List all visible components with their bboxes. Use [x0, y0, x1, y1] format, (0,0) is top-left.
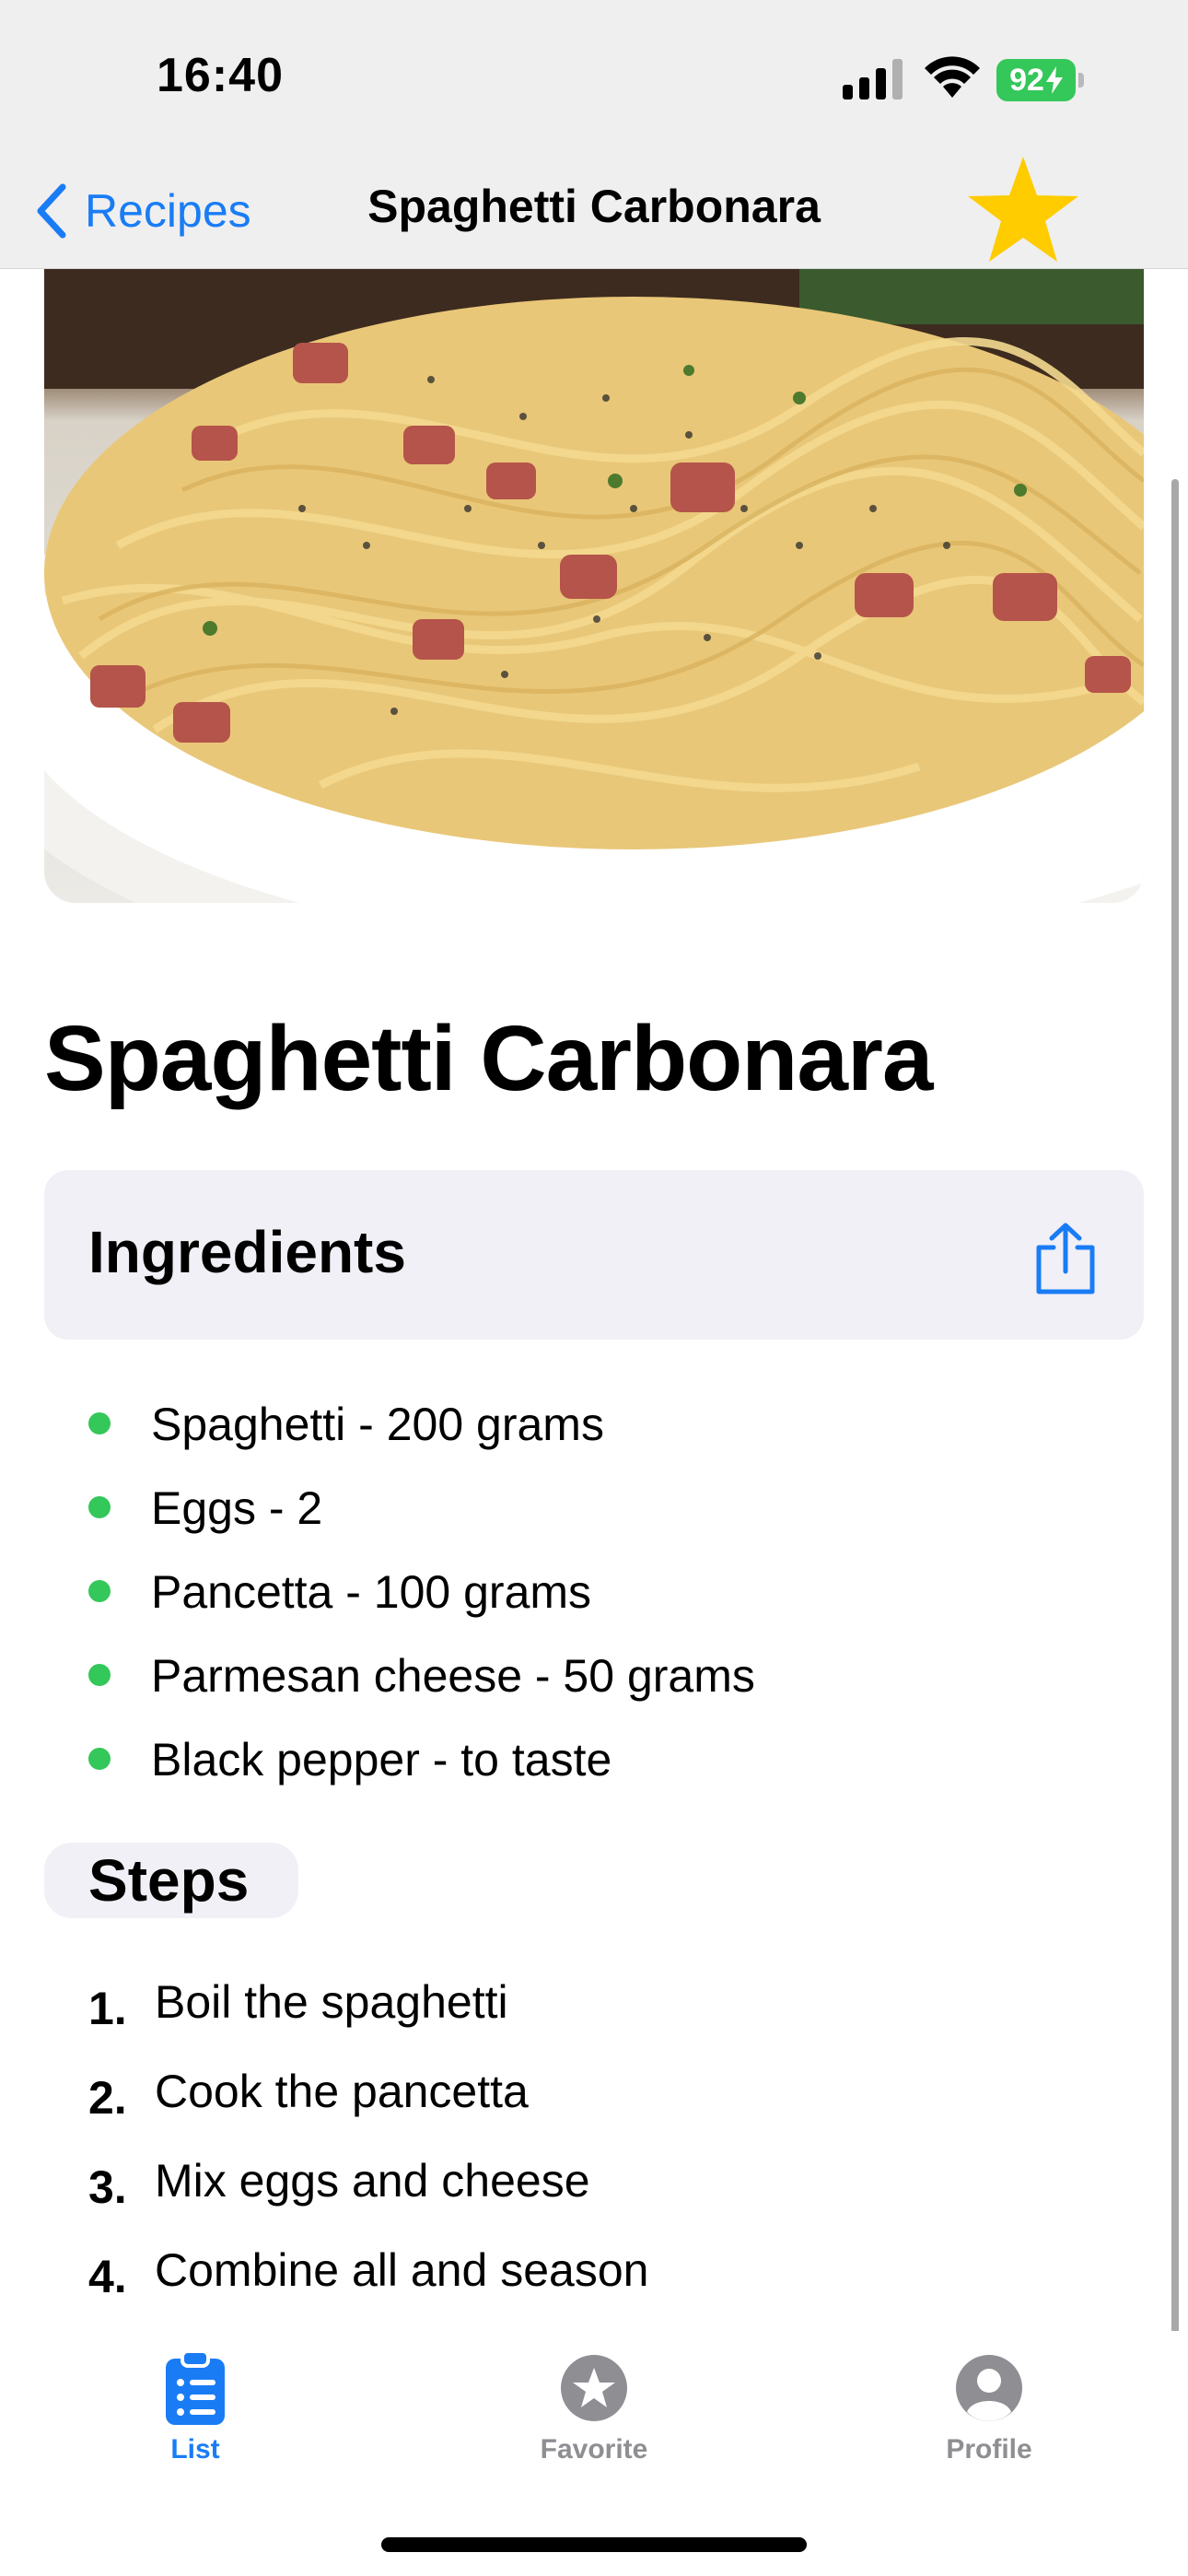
step-text: Combine all and season — [155, 2243, 649, 2296]
tab-profile[interactable]: Profile — [869, 2351, 1109, 2489]
step-number: 4. — [88, 2250, 127, 2302]
nav-title: Spaghetti Carbonara — [367, 181, 821, 232]
ingredient-text: Eggs - 2 — [151, 1481, 323, 1534]
ingredient-text: Pancetta - 100 grams — [151, 1565, 592, 1618]
step-text: Cook the pancetta — [155, 2065, 529, 2117]
ingredients-header: Ingredients — [44, 1170, 1144, 1340]
tab-label: Profile — [946, 2434, 1032, 2465]
home-indicator[interactable] — [381, 2537, 807, 2552]
step-text: Boil the spaghetti — [155, 1975, 508, 2028]
wifi-icon — [925, 56, 980, 98]
person-circle-icon — [956, 2355, 1022, 2421]
recipe-title: Spaghetti Carbonara — [44, 1007, 933, 1110]
ingredient-text: Parmesan cheese - 50 grams — [151, 1649, 755, 1702]
back-button-label: Recipes — [85, 185, 251, 237]
step-number: 1. — [88, 1982, 127, 2034]
tab-label: List — [170, 2434, 220, 2465]
bullet-icon — [88, 1664, 111, 1686]
scroll-indicator[interactable] — [1171, 479, 1179, 2338]
battery-percent: 92 — [1009, 62, 1044, 98]
ingredient-item: Spaghetti - 200 grams — [44, 1382, 1144, 1466]
step-item: 1. Boil the spaghetti — [44, 1957, 1144, 2046]
step-number: 3. — [88, 2160, 127, 2213]
ingredient-text: Spaghetti - 200 grams — [151, 1398, 604, 1450]
recipe-hero-image — [44, 269, 1144, 903]
tab-list[interactable]: List — [76, 2351, 315, 2489]
ingredients-heading: Ingredients — [88, 1219, 406, 1285]
share-button[interactable] — [1031, 1222, 1100, 1297]
star-circle-icon — [561, 2355, 627, 2421]
ingredient-item: Pancetta - 100 grams — [44, 1550, 1144, 1633]
steps-heading: Steps — [44, 1843, 298, 1918]
ingredient-item: Parmesan cheese - 50 grams — [44, 1633, 1144, 1717]
favorite-star-button[interactable] — [963, 153, 1083, 269]
step-text: Mix eggs and cheese — [155, 2154, 590, 2207]
pasta-dish-illustration — [44, 269, 1144, 903]
tab-label: Favorite — [540, 2434, 648, 2465]
step-item: 4. Combine all and season — [44, 2225, 1144, 2314]
cellular-signal-icon — [843, 59, 903, 100]
charging-bolt-icon — [1045, 66, 1063, 94]
battery-level: 92 — [996, 59, 1076, 101]
bullet-icon — [88, 1412, 111, 1434]
navigation-header: 16:40 92 Recipes Spaghetti Carbonara — [0, 0, 1188, 269]
bullet-icon — [88, 1748, 111, 1770]
steps-list: 1. Boil the spaghetti 2. Cook the pancet… — [44, 1957, 1144, 2314]
ingredient-text: Black pepper - to taste — [151, 1733, 612, 1786]
back-button[interactable]: Recipes — [33, 177, 251, 245]
bullet-icon — [88, 1580, 111, 1602]
chevron-left-icon — [37, 183, 66, 239]
status-time: 16:40 — [157, 49, 284, 102]
ingredient-item: Black pepper - to taste — [44, 1717, 1144, 1801]
step-number: 2. — [88, 2071, 127, 2124]
ingredients-list: Spaghetti - 200 grams Eggs - 2 Pancetta … — [44, 1382, 1144, 1801]
step-item: 3. Mix eggs and cheese — [44, 2136, 1144, 2225]
clipboard-list-icon — [166, 2351, 225, 2425]
ingredient-item: Eggs - 2 — [44, 1466, 1144, 1550]
step-item: 2. Cook the pancetta — [44, 2046, 1144, 2136]
battery-indicator: 92 — [996, 59, 1085, 101]
bullet-icon — [88, 1496, 111, 1518]
tab-favorite[interactable]: Favorite — [474, 2351, 714, 2489]
battery-cap — [1078, 73, 1084, 88]
